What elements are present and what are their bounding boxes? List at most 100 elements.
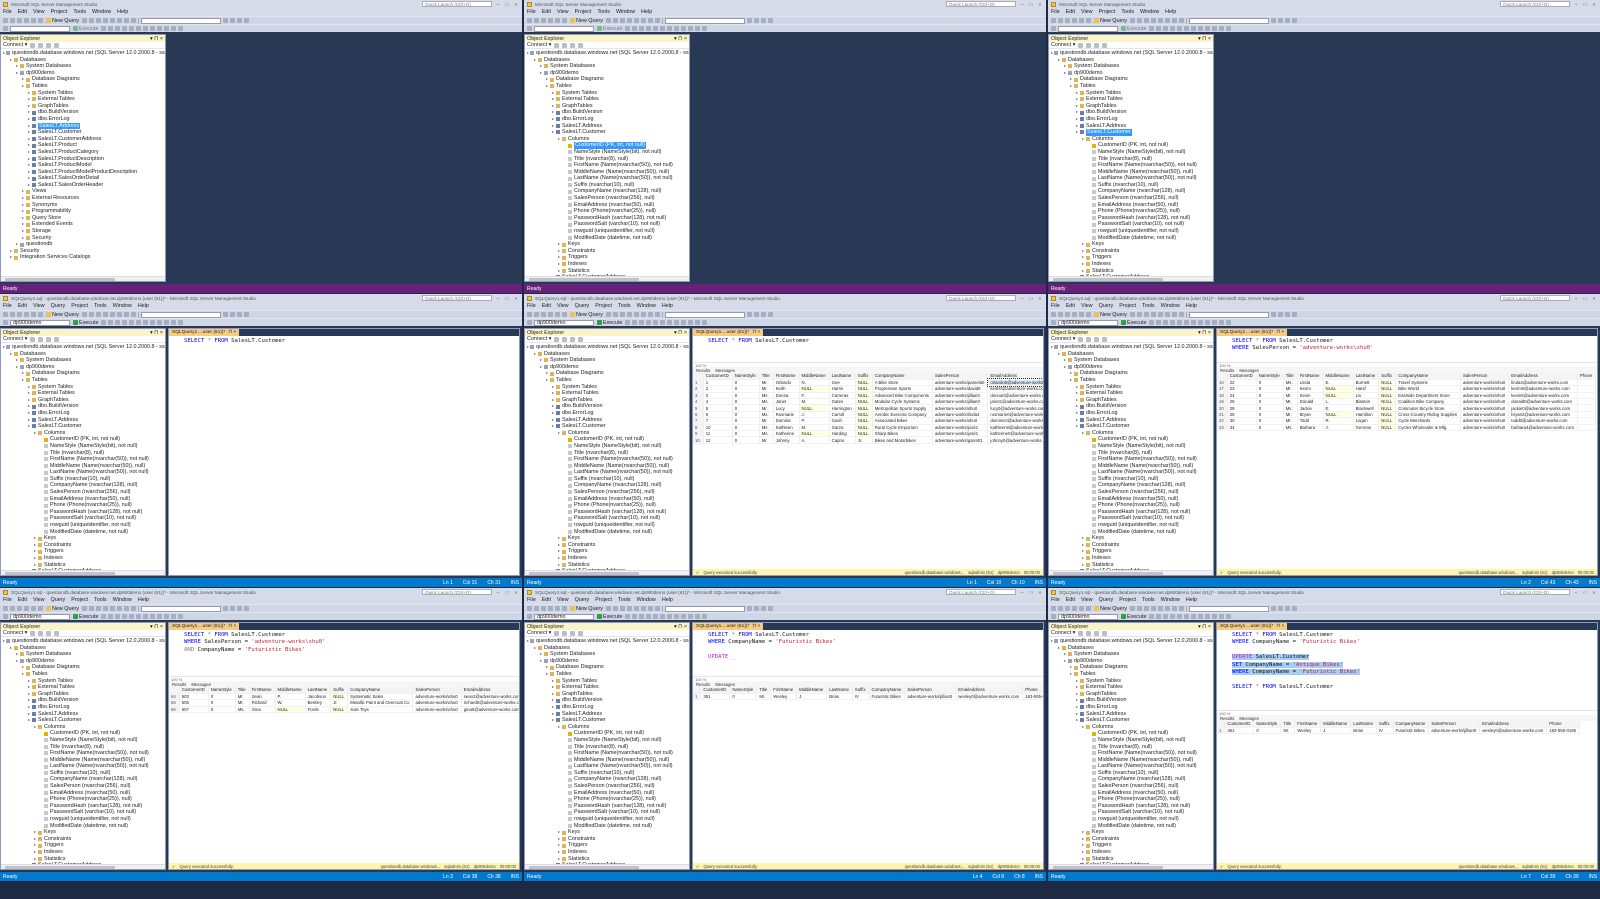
expand-toggle-icon[interactable]: ▸ <box>1081 261 1085 268</box>
toolbar-icon[interactable] <box>1143 606 1149 611</box>
toolbar-icon[interactable] <box>1184 320 1190 325</box>
grid-cell[interactable]: jackie0@adventure-works.com <box>1508 404 1578 412</box>
toolbar-icon[interactable] <box>1284 18 1290 23</box>
tree-node[interactable]: ▸ questiondb.database.windows.net (SQL Se… <box>1049 638 1213 645</box>
tree-node[interactable]: Title (nvarchar(8), null) <box>1 744 165 751</box>
tree-node[interactable]: ▸ Database Diagrams <box>1 370 165 377</box>
toolbar-icon[interactable] <box>555 312 560 317</box>
toolbar-icon[interactable] <box>647 606 653 611</box>
tree-node[interactable]: ▸ Indexes <box>1 555 165 562</box>
tree-node[interactable]: ▸ GraphTables <box>1 691 165 698</box>
toolbar-icon[interactable] <box>527 606 532 611</box>
tree-node[interactable]: ▸ Extended Events <box>1 221 165 228</box>
tree-node[interactable]: ▸ External Tables <box>525 684 689 691</box>
expand-toggle-icon[interactable]: ▸ <box>1063 63 1067 70</box>
menu-item-help[interactable]: Help <box>1186 303 1197 309</box>
tree-node[interactable]: NameStyle (NameStyle(bit), not null) <box>1049 149 1213 156</box>
toolbar-icon[interactable] <box>1143 312 1149 317</box>
expand-toggle-icon[interactable]: ▸ <box>1081 542 1085 549</box>
tree-node[interactable]: ▸ Databases <box>1 351 165 358</box>
menu-item-help[interactable]: Help <box>1186 597 1197 603</box>
close-icon[interactable]: × <box>1037 2 1043 7</box>
tab-close-icon[interactable]: ⊓ × <box>752 624 760 629</box>
toolbar-icon[interactable] <box>1051 18 1056 23</box>
column-header[interactable]: MiddleName <box>275 687 306 694</box>
tree-node[interactable]: ModifiedDate (datetime, not null) <box>1 823 165 830</box>
tree-node[interactable]: ▸ SalesLT.Customer <box>525 129 689 136</box>
tree-node[interactable]: ▸ Databases <box>1 57 165 64</box>
toolbar-icon[interactable] <box>1051 614 1056 619</box>
expand-toggle-icon[interactable]: ▸ <box>33 842 37 849</box>
grid-cell[interactable]: katherine0@adventure-works.com <box>987 430 1043 438</box>
expand-toggle-icon[interactable]: ▸ <box>527 50 529 57</box>
grid-cell[interactable]: adventure-works\garrett1 <box>932 436 989 444</box>
toolbar-icon[interactable] <box>541 18 546 23</box>
grid-cell[interactable]: adventure-works\jillian0 <box>932 392 989 400</box>
toolbar-icon[interactable] <box>1051 312 1056 317</box>
toolbar-icon[interactable] <box>108 614 114 619</box>
toolbar-icon[interactable] <box>229 18 235 23</box>
connect-button[interactable]: Connect ▾ <box>527 42 551 48</box>
toolbar-icon[interactable] <box>1184 614 1190 619</box>
grid-cell[interactable]: richard0@adventure-works.com <box>461 699 519 707</box>
expand-toggle-icon[interactable]: ▸ <box>557 842 561 849</box>
menu-item-query[interactable]: Query <box>575 303 590 309</box>
tree-node[interactable]: ▸ dp900demo <box>1 364 165 371</box>
sql-code-area[interactable]: SELECT * FROM SalesLT.Customer WHERE Comp… <box>693 630 1043 676</box>
query-tab[interactable]: SQLQuery1....user (61))* ⊓ × <box>169 623 240 630</box>
toolbar-icon[interactable] <box>1277 312 1283 317</box>
toolbar-icon[interactable] <box>109 312 115 317</box>
quick-launch-input[interactable]: Quick Launch (Ctrl+Q) <box>946 1 1016 7</box>
results-tab-messages[interactable]: Messages <box>1239 368 1259 373</box>
expand-toggle-icon[interactable]: ▸ <box>1081 856 1085 863</box>
panel-close-icon[interactable]: ▾ ⊓ × <box>674 624 687 630</box>
toolbar-icon[interactable] <box>81 606 87 611</box>
tree-node[interactable]: NameStyle (NameStyle(bit), not null) <box>525 443 689 450</box>
tree-node[interactable]: LastName (Name(nvarchar(50)), not null) <box>525 469 689 476</box>
grid-cell[interactable]: J. <box>796 693 828 701</box>
maximize-icon[interactable]: □ <box>504 590 510 595</box>
toolbar-icon[interactable] <box>136 614 142 619</box>
expand-toggle-icon[interactable]: ▸ <box>551 403 555 410</box>
grid-cell[interactable]: adventure-works\shu0 <box>412 706 462 714</box>
tree-node[interactable]: ▸ Statistics <box>525 562 689 569</box>
tree-node[interactable]: Title (nvarchar(8), null) <box>1049 156 1213 163</box>
expand-toggle-icon[interactable]: ▸ <box>1051 50 1053 57</box>
tree-node[interactable]: Title (nvarchar(8), null) <box>1 450 165 457</box>
close-icon[interactable]: × <box>1591 590 1597 595</box>
toolbar-icon[interactable] <box>31 312 36 317</box>
toolbar-icon[interactable] <box>674 320 680 325</box>
table-row[interactable]: 1 351 0 Mr. Wesley J. Brian IV Futuristic Bikes a… <box>693 693 1043 701</box>
expand-toggle-icon[interactable]: ▸ <box>1075 403 1079 410</box>
tree-node[interactable]: ▸ External Tables <box>525 390 689 397</box>
panel-close-icon[interactable]: ▾ ⊓ × <box>150 624 163 630</box>
grid-cell[interactable]: Ms. <box>235 706 250 714</box>
maximize-icon[interactable]: □ <box>1028 590 1034 595</box>
toolbar-icon[interactable] <box>1072 18 1077 23</box>
menu-item-tools[interactable]: Tools <box>1121 9 1134 15</box>
horizontal-scrollbar[interactable] <box>525 570 689 575</box>
expand-toggle-icon[interactable]: ▸ <box>551 684 555 691</box>
tree-node[interactable]: ▸ Keys <box>1049 241 1213 248</box>
toolbar-icon[interactable] <box>1171 606 1177 611</box>
toolbar-icon[interactable] <box>605 18 611 23</box>
toolbar-icon[interactable] <box>1136 312 1142 317</box>
toolbar-icon[interactable] <box>115 26 121 31</box>
tree-node[interactable]: EmailAddress (nvarchar(50), null) <box>525 202 689 209</box>
grid-cell[interactable]: 10 <box>693 436 704 444</box>
tree-node[interactable]: ▸ SalesLT.Address <box>1 711 165 718</box>
grid-cell[interactable]: kathleen0@adventure-works.com <box>987 424 1043 432</box>
grid-cell[interactable]: johnny0@adventure-works.com <box>987 436 1043 444</box>
toolbar-icon[interactable] <box>1058 606 1063 611</box>
toolbar-icon[interactable] <box>534 606 539 611</box>
toolbar-icon[interactable] <box>123 312 129 317</box>
toolbar-icon[interactable] <box>1277 606 1283 611</box>
panel-close-icon[interactable]: ▾ ⊓ × <box>674 36 687 42</box>
tree-node[interactable]: Suffix (nvarchar(10), null) <box>1049 182 1213 189</box>
toolbar-icon[interactable] <box>178 26 184 31</box>
tree-node[interactable]: rowguid (uniqueidentifier, not null) <box>1049 228 1213 235</box>
expand-toggle-icon[interactable]: ▸ <box>1075 684 1079 691</box>
tree-node[interactable]: LastName (Name(nvarchar(50)), not null) <box>1049 175 1213 182</box>
grid-cell[interactable]: Mr. <box>756 693 772 701</box>
tree-node[interactable]: MiddleName (Name(nvarchar(50)), null) <box>1049 169 1213 176</box>
